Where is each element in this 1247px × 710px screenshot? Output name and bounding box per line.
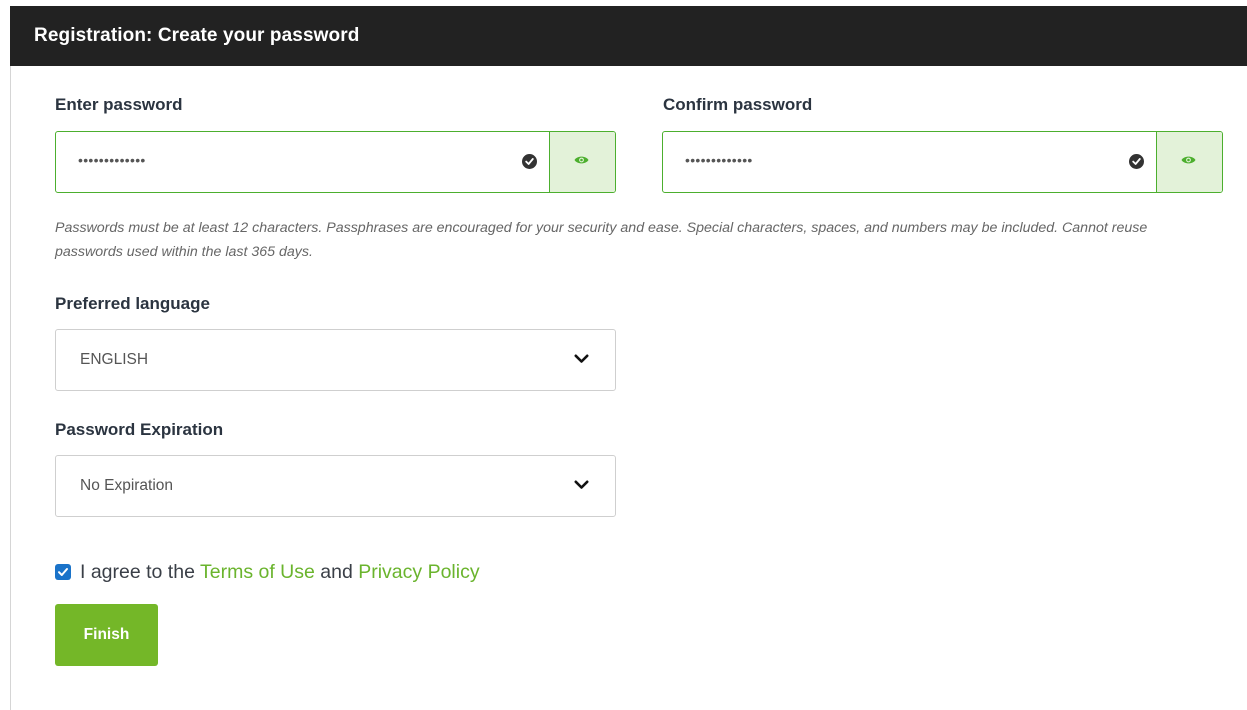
check-circle-icon bbox=[522, 154, 537, 169]
show-password-toggle[interactable] bbox=[549, 132, 615, 192]
agreement-and: and bbox=[314, 560, 359, 583]
confirm-password-group: ••••••••••••• bbox=[662, 131, 1223, 193]
enter-password-input[interactable]: ••••••••••••• bbox=[56, 132, 549, 192]
eye-icon bbox=[574, 156, 589, 164]
enter-password-group: ••••••••••••• bbox=[55, 131, 616, 193]
finish-button-label: Finish bbox=[83, 626, 130, 643]
agreement-row: I agree to the Terms of Use and Privacy … bbox=[55, 559, 480, 585]
confirm-password-label: Confirm password bbox=[663, 95, 813, 114]
expiration-select[interactable]: No Expiration bbox=[55, 455, 616, 517]
preferred-language-label: Preferred language bbox=[55, 294, 210, 313]
finish-button[interactable]: Finish bbox=[55, 604, 158, 666]
page-title: Registration: Create your password bbox=[34, 25, 360, 46]
enter-password-label: Enter password bbox=[55, 95, 183, 114]
chevron-down-icon bbox=[574, 480, 589, 489]
check-circle-icon bbox=[1129, 154, 1144, 169]
agreement-text: I agree to the Terms of Use and Privacy … bbox=[80, 561, 480, 584]
page-header: Registration: Create your password bbox=[10, 6, 1247, 66]
language-selected-value: ENGLISH bbox=[80, 351, 149, 368]
eye-icon bbox=[1181, 156, 1196, 164]
registration-page: Registration: Create your password Enter… bbox=[0, 0, 1247, 710]
agreement-prefix: I agree to the bbox=[80, 560, 200, 583]
password-expiration-label: Password Expiration bbox=[55, 420, 224, 439]
terms-of-use-link[interactable]: Terms of Use bbox=[200, 561, 315, 583]
password-requirements-hint: Passwords must be at least 12 characters… bbox=[55, 220, 1148, 260]
left-border bbox=[10, 66, 11, 710]
chevron-down-icon bbox=[574, 354, 589, 363]
expiration-selected-value: No Expiration bbox=[80, 477, 174, 494]
confirm-password-input[interactable]: ••••••••••••• bbox=[663, 132, 1156, 192]
enter-password-value: ••••••••••••• bbox=[78, 152, 146, 168]
language-select[interactable]: ENGLISH bbox=[55, 329, 616, 391]
checkmark-icon bbox=[58, 568, 68, 576]
confirm-password-value: ••••••••••••• bbox=[685, 152, 753, 168]
show-confirm-password-toggle[interactable] bbox=[1156, 132, 1222, 192]
agree-checkbox[interactable] bbox=[55, 564, 71, 580]
privacy-policy-link[interactable]: Privacy Policy bbox=[358, 561, 479, 583]
